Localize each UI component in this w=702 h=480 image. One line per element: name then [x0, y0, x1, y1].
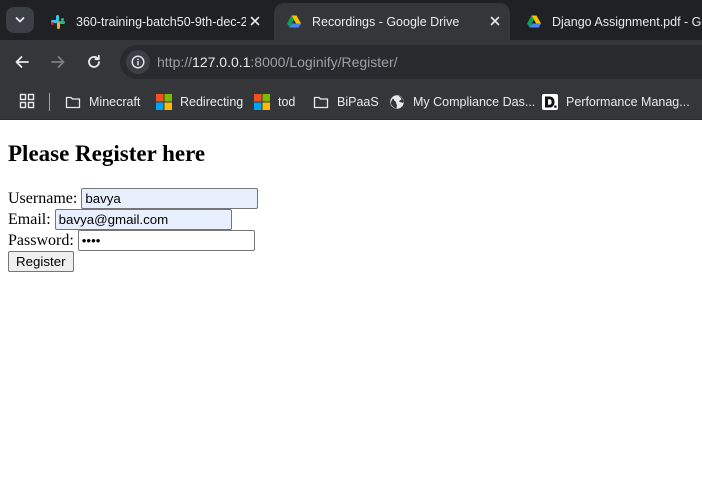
- browser-toolbar: http://127.0.0.1:8000/Loginify/Register/: [0, 40, 702, 84]
- bookmark-label: Redirecting: [180, 95, 244, 109]
- username-label: Username:: [8, 189, 78, 207]
- microsoft-icon: [254, 94, 270, 110]
- username-row: Username:: [8, 188, 259, 209]
- chevron-down-icon: [15, 17, 25, 23]
- page-content: Please Register here Username: Email: Pa…: [0, 120, 702, 480]
- bookmark-tod[interactable]: tod: [254, 91, 295, 113]
- google-drive-icon: [527, 15, 541, 27]
- slack-icon: [51, 14, 65, 29]
- bookmark-label: My Compliance Das...: [413, 95, 536, 109]
- forward-button[interactable]: [46, 50, 70, 74]
- d-logo-icon: [542, 94, 558, 110]
- info-icon: [131, 55, 145, 69]
- bookmark-label: tod: [278, 95, 296, 109]
- bookmarks-bar: Minecraft Redirecting tod BiPaaS My Comp…: [0, 84, 702, 120]
- email-label: Email:: [8, 210, 51, 228]
- bookmark-label: Performance Manag...: [566, 95, 690, 109]
- password-input[interactable]: [77, 230, 255, 251]
- url-scheme: http://: [157, 54, 193, 70]
- bookmarks-divider: [49, 93, 50, 111]
- site-info-button[interactable]: [126, 50, 150, 74]
- folder-icon: [313, 96, 329, 109]
- bookmark-my-compliance[interactable]: My Compliance Das...: [389, 91, 535, 113]
- back-arrow-icon: [15, 56, 29, 68]
- register-button[interactable]: Register: [8, 251, 74, 272]
- email-input[interactable]: [54, 209, 232, 230]
- tab-django-assignment[interactable]: Django Assignment.pdf - Goo: [514, 3, 702, 40]
- url-path: :8000/Loginify/Register/: [250, 54, 398, 70]
- bookmark-performance[interactable]: Performance Manag...: [542, 91, 690, 113]
- password-label: Password:: [8, 231, 74, 249]
- url-text: http://127.0.0.1:8000/Loginify/Register/: [157, 54, 398, 70]
- tab-strip: 360-training-batch50-9th-dec-2 Recording…: [0, 0, 702, 40]
- bookmark-label: BiPaaS: [337, 95, 379, 109]
- tab-slack[interactable]: 360-training-batch50-9th-dec-2: [38, 3, 270, 40]
- tab-title: Django Assignment.pdf - Goo: [552, 14, 702, 29]
- email-row: Email:: [8, 209, 232, 230]
- bookmark-redirecting[interactable]: Redirecting: [156, 91, 243, 113]
- tab-title: 360-training-batch50-9th-dec-2: [76, 14, 246, 29]
- username-input[interactable]: [81, 188, 259, 209]
- close-icon[interactable]: [488, 14, 502, 28]
- bookmark-minecraft[interactable]: Minecraft: [65, 91, 140, 113]
- bookmark-bipaas[interactable]: BiPaaS: [313, 91, 379, 113]
- apps-grid-icon[interactable]: [19, 93, 35, 109]
- bookmark-label: Minecraft: [89, 95, 141, 109]
- google-drive-icon: [287, 15, 301, 27]
- reload-button[interactable]: [82, 50, 106, 74]
- folder-icon: [65, 96, 81, 109]
- back-button[interactable]: [10, 50, 34, 74]
- url-host: 127.0.0.1: [192, 54, 251, 70]
- forward-arrow-icon: [51, 56, 65, 68]
- password-row: Password:: [8, 230, 255, 251]
- close-icon[interactable]: [248, 14, 262, 28]
- tab-google-drive[interactable]: Recordings - Google Drive: [274, 3, 510, 40]
- globe-icon: [390, 95, 404, 109]
- tab-search-button[interactable]: [6, 7, 34, 33]
- address-bar[interactable]: http://127.0.0.1:8000/Loginify/Register/: [120, 45, 702, 79]
- microsoft-icon: [156, 94, 172, 110]
- page-title: Please Register here: [8, 141, 206, 166]
- reload-icon: [88, 54, 100, 68]
- tab-title: Recordings - Google Drive: [312, 14, 460, 29]
